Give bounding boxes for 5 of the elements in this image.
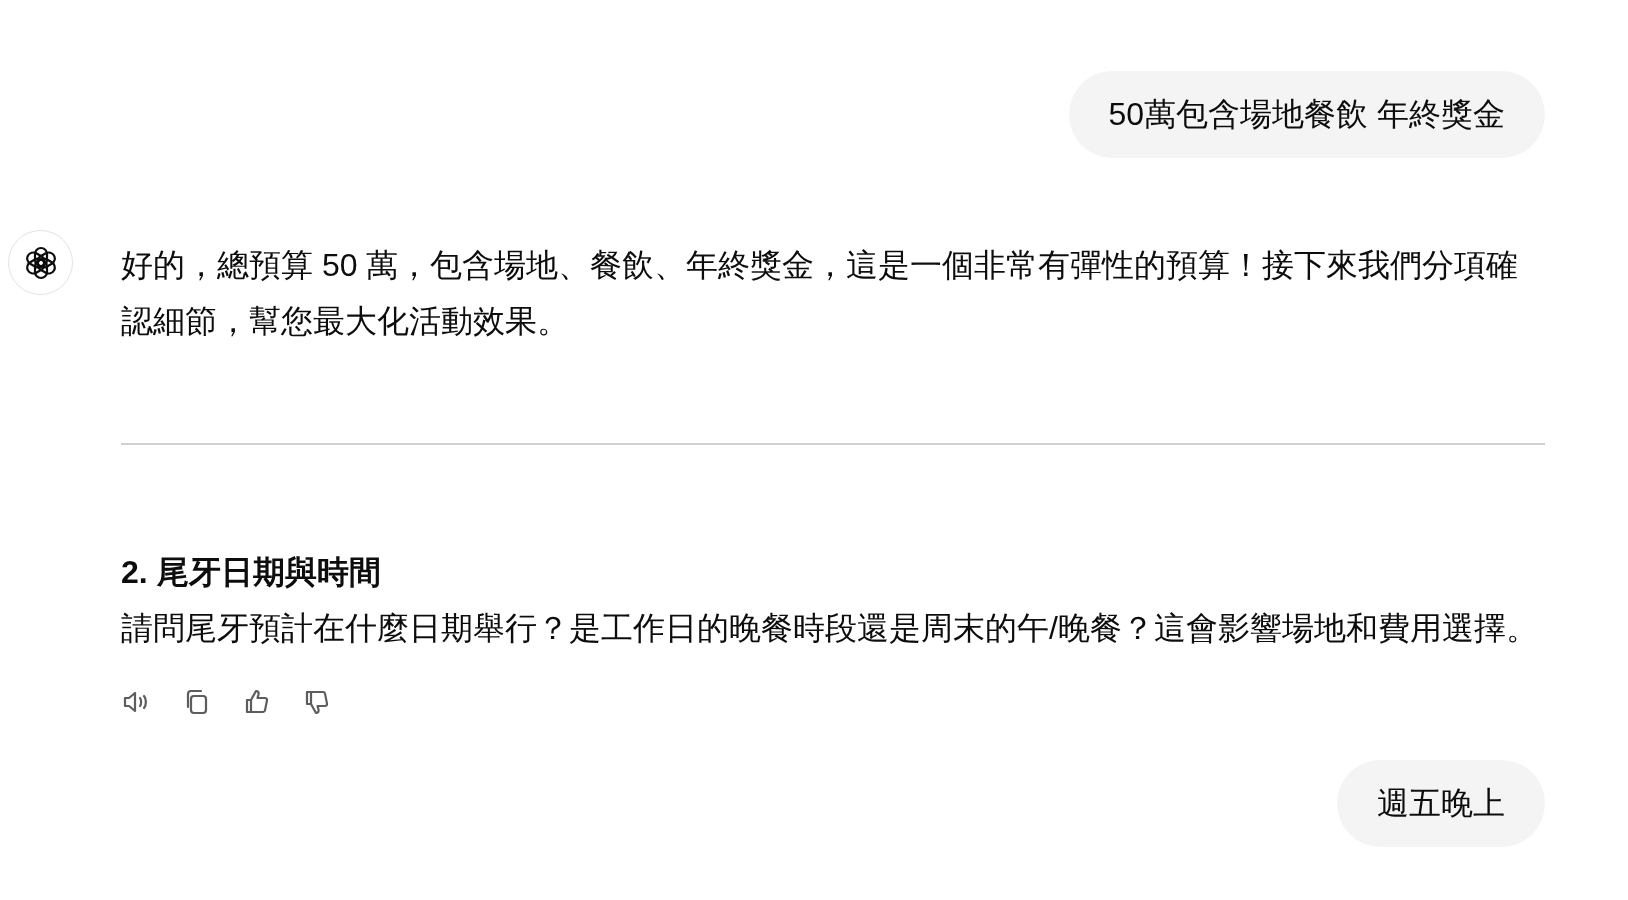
- message-bubble: 週五晚上: [1337, 760, 1545, 847]
- message-bubble: 50萬包含場地餐飲 年終獎金: [1068, 71, 1545, 158]
- message-text: 好的，總預算 50 萬，包含場地、餐飲、年終獎金，這是一個非常有彈性的預算！接下來我們分項確認細節，幫您最大化活動效果。: [121, 246, 1520, 341]
- message-text: 請問尾牙預計在什麼日期舉行？是工作日的晚餐時段還是周末的午/晚餐？這會影響場地和費用選擇。: [121, 609, 1539, 648]
- section-heading: 2. 尾牙日期與時間: [121, 553, 382, 592]
